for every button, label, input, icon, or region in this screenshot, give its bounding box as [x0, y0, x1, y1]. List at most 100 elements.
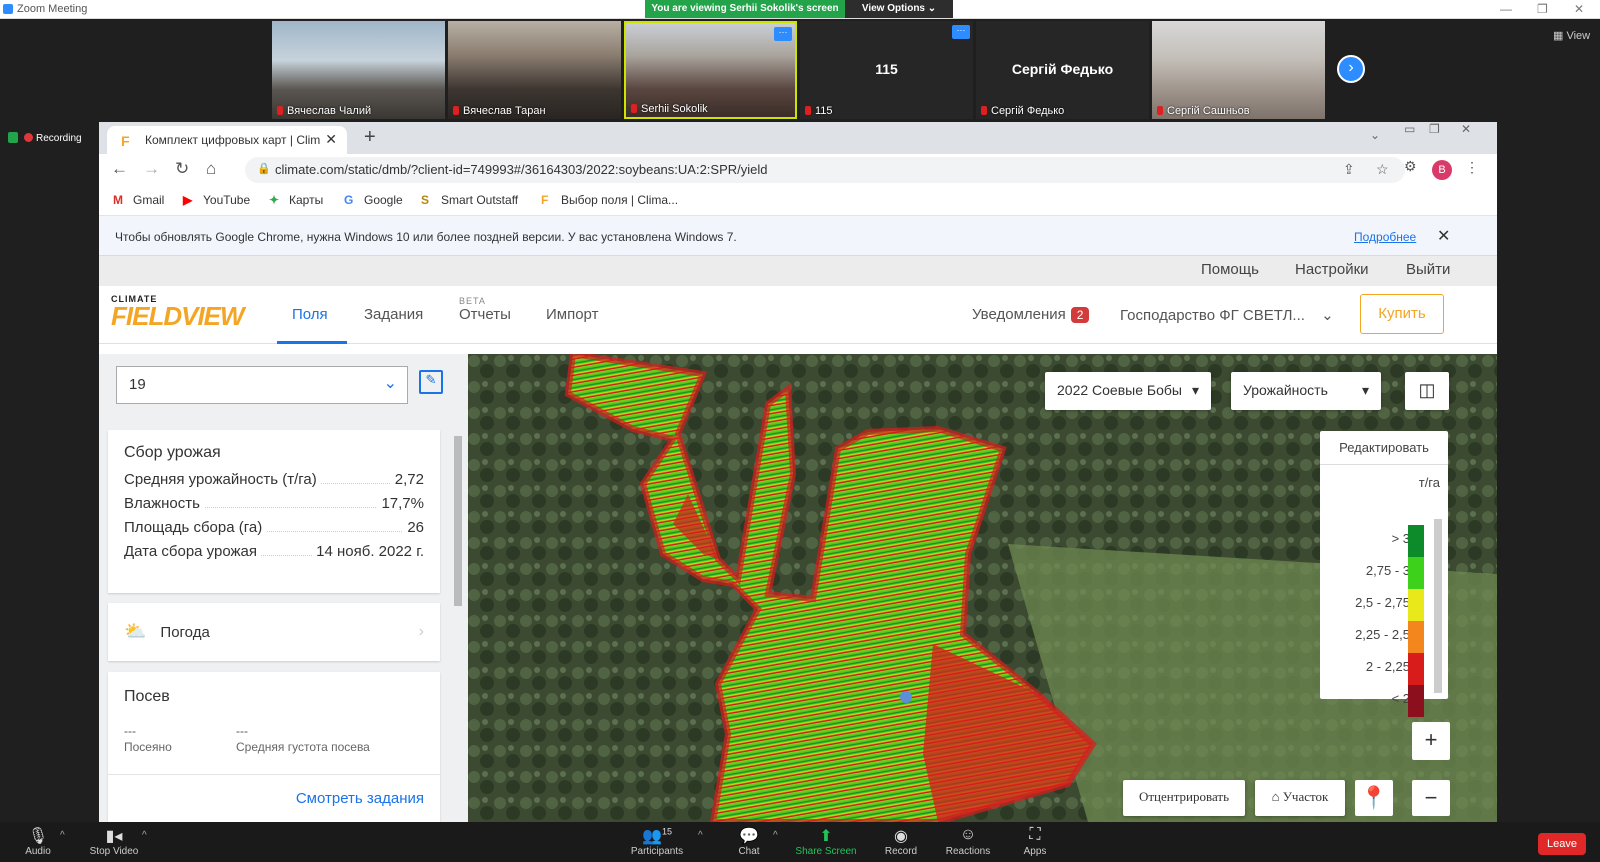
forward-icon[interactable]: →: [143, 159, 160, 179]
view-label: View: [1566, 30, 1591, 42]
close-window-icon[interactable]: ✕: [1461, 122, 1471, 136]
row-label: Средняя урожайность (т/га): [124, 471, 321, 488]
view-options-button[interactable]: View Options ⌄: [845, 0, 953, 18]
bookmark-maps[interactable]: ✦ Карты: [269, 193, 323, 207]
recording-label: Recording: [36, 133, 82, 144]
home-icon[interactable]: ⌂: [206, 159, 216, 179]
view-tasks-link[interactable]: Смотреть задания: [296, 790, 424, 807]
bookmark-youtube[interactable]: ▶ YouTube: [183, 193, 250, 207]
next-page-icon[interactable]: ›: [1337, 55, 1365, 83]
reload-icon[interactable]: ↻: [175, 159, 189, 179]
record-button[interactable]: ◉ Record: [883, 826, 919, 857]
season-dropdown[interactable]: 2022 Соевые Бобы ▾: [1045, 372, 1211, 410]
video-tile[interactable]: Вячеслав Чалий: [272, 21, 445, 119]
more-icon[interactable]: ···: [774, 27, 792, 41]
legend-swatch: [1408, 685, 1424, 717]
close-icon[interactable]: ✕: [1574, 2, 1584, 16]
restore-window-icon[interactable]: ❐: [1429, 122, 1440, 136]
participant-name: Serhii Sokolik: [631, 103, 708, 115]
bookmark-smart-outstaff[interactable]: S Smart Outstaff: [421, 193, 518, 207]
bookmark-fieldview[interactable]: F Выбор поля | Clima...: [541, 193, 678, 207]
apps-button[interactable]: ⛶ Apps: [1022, 826, 1048, 857]
sidebar-scrollbar[interactable]: [454, 436, 462, 606]
chat-options-icon[interactable]: ^: [773, 830, 778, 841]
url-field[interactable]: 🔒 climate.com/static/dmb/?client-id=74999…: [245, 157, 1405, 183]
bookmark-gmail[interactable]: M Gmail: [113, 193, 164, 207]
weather-label: Погода: [160, 624, 210, 641]
logout-link[interactable]: Выйти: [1406, 261, 1450, 278]
farm-name: Господарство ФГ СВЕТЛ...: [1120, 307, 1305, 324]
legend-swatch: [1408, 653, 1424, 685]
browser-tab[interactable]: F Комплект цифровых карт | Clim ✕: [107, 126, 347, 154]
farm-selector[interactable]: Господарство ФГ СВЕТЛ... ⌄: [1120, 306, 1334, 324]
settings-link[interactable]: Настройки: [1295, 261, 1369, 278]
reactions-button[interactable]: ☺ Reactions: [945, 826, 991, 857]
new-tab-icon[interactable]: +: [364, 126, 376, 149]
help-link[interactable]: Помощь: [1201, 261, 1259, 278]
edit-field-icon[interactable]: ✎: [419, 370, 443, 394]
buy-button[interactable]: Купить: [1360, 294, 1444, 334]
nav-fields[interactable]: Поля: [292, 306, 328, 323]
leave-button[interactable]: Leave: [1538, 833, 1586, 855]
participants-button[interactable]: 👥15 Participants: [630, 826, 684, 857]
yield-map[interactable]: 2022 Соевые Бобы ▾ Урожайность ▾ ◫ Редакти…: [468, 354, 1497, 822]
split-view-icon[interactable]: ◫: [1405, 372, 1449, 410]
participant-name: 115: [805, 105, 833, 117]
extensions-icon[interactable]: ⚙: [1404, 158, 1417, 175]
pin-icon[interactable]: 📍: [1355, 780, 1393, 816]
nav-import[interactable]: Импорт: [546, 306, 598, 323]
center-button[interactable]: Отцентрировать: [1123, 780, 1245, 816]
nav-reports[interactable]: Отчеты: [459, 306, 511, 323]
caret-down-icon: ▾: [1191, 382, 1199, 398]
minimize-window-icon[interactable]: ▭: [1404, 122, 1415, 136]
harvest-row: Дата сбора урожая 14 нояб. 2022 г.: [124, 543, 440, 567]
close-icon[interactable]: ✕: [1437, 226, 1450, 246]
participants-label: Participants: [630, 846, 684, 857]
bookmark-label: YouTube: [203, 193, 251, 207]
star-icon[interactable]: ☆: [1376, 161, 1389, 178]
zoom-out-icon[interactable]: −: [1412, 780, 1450, 816]
bookmark-label: Gmail: [133, 193, 165, 207]
tab-search-icon[interactable]: ⌄: [1370, 128, 1380, 142]
legend-swatch: [1408, 525, 1424, 557]
stop-video-button[interactable]: ▮◂ Stop Video: [86, 826, 142, 857]
bookmark-google[interactable]: G Google: [344, 193, 403, 207]
minimize-icon[interactable]: —: [1500, 2, 1512, 16]
legend-label: 2,5 - 2,75: [1355, 595, 1410, 610]
share-icon[interactable]: ⇪: [1343, 161, 1355, 178]
share-screen-button[interactable]: ⬆ Share Screen: [795, 826, 857, 857]
video-tile[interactable]: ··· 115 115: [800, 21, 973, 119]
view-button[interactable]: ▦ View: [1553, 29, 1590, 42]
weather-cloud-icon: ⛅: [124, 621, 147, 641]
participant-name: Вячеслав Чалий: [277, 105, 371, 117]
smiley-icon: ☺: [959, 826, 977, 843]
layer-dropdown[interactable]: Урожайность ▾: [1231, 372, 1381, 410]
nav-tasks[interactable]: Задания: [364, 306, 423, 323]
learn-more-link[interactable]: Подробнее: [1354, 230, 1416, 244]
video-tile[interactable]: Сергій Федько Сергій Федько: [976, 21, 1149, 119]
video-tile-active[interactable]: ··· Serhii Sokolik: [624, 21, 797, 119]
restore-icon[interactable]: ❐: [1537, 2, 1548, 16]
legend-scrollbar[interactable]: [1434, 519, 1442, 693]
video-tile[interactable]: Вячеслав Таран: [448, 21, 621, 119]
audio-options-icon[interactable]: ^: [60, 830, 65, 841]
back-icon[interactable]: ←: [111, 159, 128, 179]
video-tile[interactable]: Сергій Сашньов: [1152, 21, 1325, 119]
audio-button[interactable]: 🎙 Audio: [20, 826, 56, 857]
field-select[interactable]: 19 ⌄: [116, 366, 408, 404]
legend-edit-button[interactable]: Редактировать: [1320, 431, 1448, 465]
fieldview-logo[interactable]: CLIMATE FIELDVIEW: [111, 294, 245, 329]
plot-button[interactable]: ⌂ Участок: [1255, 780, 1345, 816]
notifications-link[interactable]: Уведомления 2: [972, 306, 1090, 323]
participant-name: Вячеслав Таран: [453, 105, 546, 117]
participant-name: Сергій Сашньов: [1157, 105, 1250, 117]
menu-kebab-icon[interactable]: ⋮: [1465, 159, 1479, 176]
weather-card[interactable]: ⛅ Погода ›: [108, 603, 440, 661]
zoom-in-icon[interactable]: +: [1412, 722, 1450, 760]
profile-avatar[interactable]: B: [1432, 160, 1452, 180]
chat-button[interactable]: 💬 Chat: [737, 826, 761, 857]
video-options-icon[interactable]: ^: [142, 830, 147, 841]
close-tab-icon[interactable]: ✕: [325, 131, 337, 148]
more-icon[interactable]: ···: [952, 25, 970, 39]
participants-options-icon[interactable]: ^: [698, 830, 703, 841]
